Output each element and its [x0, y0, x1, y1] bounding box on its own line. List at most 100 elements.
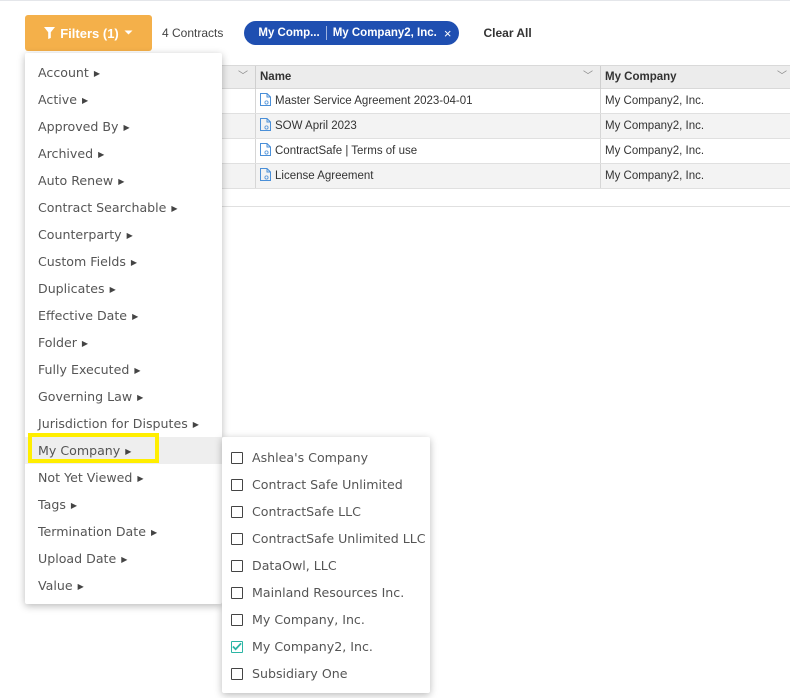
menu-item-label: Effective Date [38, 308, 128, 323]
contracts-table: ﹀ Name ﹀ My Company ﹀ Master Service Agr… [152, 65, 790, 189]
company-option[interactable]: Contract Safe Unlimited [222, 471, 430, 498]
checkbox-icon[interactable] [231, 532, 243, 545]
table-row[interactable]: License Agreement My Company2, Inc. [152, 164, 790, 189]
name-cell[interactable]: ContractSafe | Terms of use [260, 139, 417, 163]
caret-right-icon: ▶ [109, 285, 116, 294]
menu-item-label: Folder [38, 335, 77, 350]
checkbox-icon[interactable] [231, 613, 243, 626]
menu-item-my-company[interactable]: My Company ▶ [25, 437, 222, 464]
menu-item-active[interactable]: Active ▶ [25, 86, 222, 113]
contract-name[interactable]: Master Service Agreement 2023-04-01 [275, 95, 473, 107]
filters-button[interactable]: Filters (1) [25, 15, 152, 51]
caret-right-icon: ▶ [192, 420, 199, 429]
menu-item-upload-date[interactable]: Upload Date ▶ [25, 545, 222, 572]
option-label: ContractSafe LLC [252, 504, 361, 519]
column-divider[interactable] [600, 66, 601, 89]
chevron-down-icon[interactable]: ﹀ [238, 66, 248, 88]
menu-item-jurisdiction-for-disputes[interactable]: Jurisdiction for Disputes ▶ [25, 410, 222, 437]
company-option[interactable]: ContractSafe LLC [222, 498, 430, 525]
chevron-down-icon [124, 30, 133, 36]
menu-item-value[interactable]: Value ▶ [25, 572, 222, 599]
option-label: Contract Safe Unlimited [252, 477, 403, 492]
caret-right-icon: ▶ [125, 447, 132, 456]
company-cell: My Company2, Inc. [605, 120, 705, 132]
menu-item-fully-executed[interactable]: Fully Executed ▶ [25, 356, 222, 383]
menu-item-label: Duplicates [38, 281, 105, 296]
company-option[interactable]: Ashlea's Company [222, 444, 430, 471]
clear-all-button[interactable]: Clear All [483, 26, 531, 40]
menu-item-not-yet-viewed[interactable]: Not Yet Viewed ▶ [25, 464, 222, 491]
cell-divider [600, 164, 601, 188]
menu-item-label: Jurisdiction for Disputes [38, 416, 188, 431]
contract-name[interactable]: License Agreement [275, 170, 373, 182]
company-cell: My Company2, Inc. [605, 145, 705, 157]
checkbox-icon[interactable] [231, 667, 243, 680]
cell-divider [255, 89, 256, 113]
column-divider[interactable] [255, 66, 256, 89]
document-icon [260, 168, 271, 181]
caret-right-icon: ▶ [137, 474, 144, 483]
my-company-submenu: Ashlea's Company Contract Safe Unlimited… [222, 437, 430, 693]
caret-right-icon: ▶ [126, 231, 133, 240]
column-header-my-company[interactable]: My Company [605, 66, 677, 88]
caret-right-icon: ▶ [171, 204, 178, 213]
chevron-down-icon[interactable]: ﹀ [583, 66, 593, 88]
menu-item-contract-searchable[interactable]: Contract Searchable ▶ [25, 194, 222, 221]
table-row[interactable]: Master Service Agreement 2023-04-01 My C… [152, 89, 790, 114]
contract-name[interactable]: SOW April 2023 [275, 120, 357, 132]
checkbox-icon[interactable] [231, 505, 243, 518]
menu-item-approved-by[interactable]: Approved By ▶ [25, 113, 222, 140]
top-divider [0, 0, 790, 6]
menu-item-tags[interactable]: Tags ▶ [25, 491, 222, 518]
document-icon [260, 118, 271, 131]
checkbox-icon[interactable] [231, 478, 243, 491]
menu-item-label: Tags [38, 497, 66, 512]
menu-item-termination-date[interactable]: Termination Date ▶ [25, 518, 222, 545]
cell-divider [600, 114, 601, 138]
company-option[interactable]: Subsidiary One [222, 660, 430, 687]
company-option[interactable]: My Company, Inc. [222, 606, 430, 633]
caret-right-icon: ▶ [81, 339, 89, 348]
menu-item-folder[interactable]: Folder ▶ [25, 329, 222, 356]
caret-right-icon: ▶ [93, 69, 101, 78]
column-header-name[interactable]: Name [260, 66, 291, 88]
table-row[interactable]: SOW April 2023 My Company2, Inc. [152, 114, 790, 139]
menu-item-custom-fields[interactable]: Custom Fields ▶ [25, 248, 222, 275]
name-cell[interactable]: SOW April 2023 [260, 114, 357, 138]
company-option[interactable]: My Company2, Inc. [222, 633, 430, 660]
table-row[interactable]: ContractSafe | Terms of use My Company2,… [152, 139, 790, 164]
contract-count: 4 Contracts [162, 26, 224, 40]
menu-item-auto-renew[interactable]: Auto Renew ▶ [25, 167, 222, 194]
company-cell: My Company2, Inc. [605, 170, 705, 182]
menu-item-governing-law[interactable]: Governing Law ▶ [25, 383, 222, 410]
checkmark-icon[interactable] [231, 640, 243, 653]
caret-right-icon: ▶ [137, 393, 144, 402]
cell-divider [255, 114, 256, 138]
filter-toolbar: Filters (1) 4 Contracts My Comp... My Co… [25, 15, 532, 51]
active-filter-chip[interactable]: My Comp... My Company2, Inc. × [244, 21, 460, 45]
checkbox-icon[interactable] [231, 586, 243, 599]
contract-name[interactable]: ContractSafe | Terms of use [275, 145, 417, 157]
menu-item-label: Fully Executed [38, 362, 130, 377]
checkbox-icon[interactable] [231, 451, 243, 464]
name-cell[interactable]: Master Service Agreement 2023-04-01 [260, 89, 473, 113]
menu-item-duplicates[interactable]: Duplicates ▶ [25, 275, 222, 302]
menu-item-label: Governing Law [38, 389, 133, 404]
cell-divider [600, 89, 601, 113]
menu-item-label: Account [38, 65, 89, 80]
caret-right-icon: ▶ [121, 555, 128, 564]
menu-item-effective-date[interactable]: Effective Date ▶ [25, 302, 222, 329]
caret-right-icon: ▶ [98, 150, 105, 159]
menu-item-archived[interactable]: Archived ▶ [25, 140, 222, 167]
company-option[interactable]: Mainland Resources Inc. [222, 579, 430, 606]
company-option[interactable]: DataOwl, LLC [222, 552, 430, 579]
chip-separator [325, 26, 327, 40]
menu-item-label: Active [38, 92, 77, 107]
checkbox-icon[interactable] [231, 559, 243, 572]
chevron-down-icon[interactable]: ﹀ [777, 66, 787, 88]
company-option[interactable]: ContractSafe Unlimited LLC [222, 525, 430, 552]
menu-item-account[interactable]: Account ▶ [25, 59, 222, 86]
chip-close-icon[interactable]: × [444, 26, 452, 41]
name-cell[interactable]: License Agreement [260, 164, 373, 188]
menu-item-counterparty[interactable]: Counterparty ▶ [25, 221, 222, 248]
